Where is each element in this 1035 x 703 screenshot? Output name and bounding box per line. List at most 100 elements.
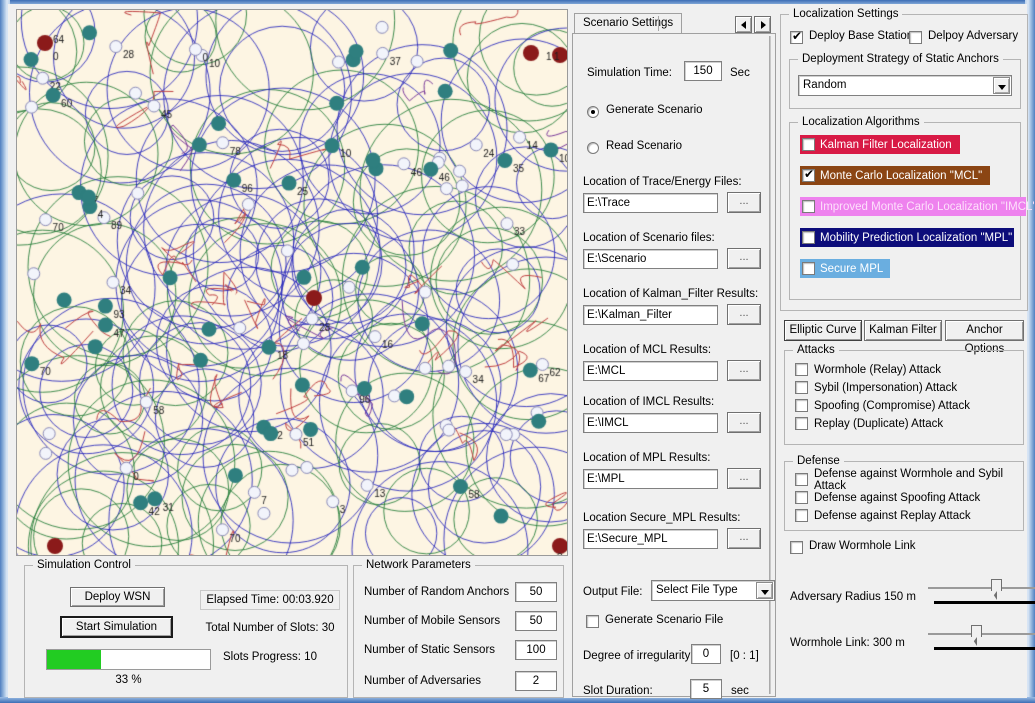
generate-scenario-file-label: Generate Scenario File [605, 614, 724, 626]
attacks-group: Attacks Wormhole (Relay) Attack Sybil (Im… [784, 344, 1024, 445]
browse-button[interactable]: ... [727, 248, 761, 269]
checkbox[interactable] [795, 399, 808, 412]
triangle-left-icon [740, 20, 746, 29]
algorithm-item[interactable]: Mobility Prediction Localization "MPL" [800, 228, 1014, 247]
path-input[interactable]: E:\Secure_MPL [583, 529, 718, 549]
checkbox-row[interactable]: Defense against Spoofing Attack [795, 489, 980, 506]
algorithm-item[interactable]: Improved Monte Carlo Localization "IMCL" [800, 197, 1035, 216]
draw-wormhole-link-checkbox[interactable] [790, 541, 803, 554]
generate-scenario-file-checkbox[interactable] [586, 615, 599, 628]
browse-button[interactable]: ... [727, 360, 761, 381]
path-label: Location of MPL Results: [583, 452, 711, 464]
read-scenario-radio[interactable] [587, 142, 599, 154]
tab-scroll-right-button[interactable] [754, 16, 771, 33]
option-tab-button[interactable]: Anchor Options [945, 320, 1024, 355]
network-canvas[interactable] [17, 10, 567, 555]
adversary-radius-slider[interactable] [928, 579, 1035, 605]
output-file-select[interactable]: Select File Type [651, 580, 775, 601]
network-parameter-input[interactable]: 2 [515, 671, 557, 691]
deploy-wsn-button[interactable]: Deploy WSN [70, 587, 165, 607]
progress-percent-label: 33 % [115, 674, 142, 686]
simulation-time-input[interactable]: 150 [684, 61, 722, 81]
simulation-progress-bar [46, 649, 211, 670]
triangle-right-icon [760, 20, 766, 29]
browse-button[interactable]: ... [727, 528, 761, 549]
elapsed-time-display: Elapsed Time: 00:03.920 [200, 590, 340, 610]
deployment-strategy-select[interactable]: Random [798, 75, 1012, 96]
network-parameter-input[interactable]: 100 [515, 640, 557, 660]
path-input[interactable]: E:\Kalman_Filter [583, 305, 718, 325]
simulation-time-unit: Sec [730, 67, 750, 79]
degree-irregularity-input[interactable]: 0 [691, 644, 721, 664]
checkbox[interactable] [795, 473, 808, 486]
path-input[interactable]: E:\Trace [583, 193, 718, 213]
checkbox-row[interactable]: Defense against Replay Attack [795, 507, 971, 524]
tab-scenario-settings[interactable]: Scenario Settings [574, 13, 683, 34]
network-parameter-input[interactable]: 50 [515, 611, 557, 631]
adversary-radius-label: Adversary Radius 150 m [790, 591, 916, 603]
checkbox[interactable] [795, 491, 808, 504]
checkbox-row[interactable]: Sybil (Impersonation) Attack [795, 379, 957, 396]
network-parameter-row: Number of Static Sensors 100 [364, 640, 557, 664]
algorithm-item[interactable]: Secure MPL [800, 259, 890, 278]
chevron-down-icon[interactable] [993, 77, 1010, 94]
deploy-base-station-label: Deploy Base Station [809, 30, 914, 42]
path-label: Location of Scenario files: [583, 232, 715, 244]
network-parameters-group: Network Parameters Number of Random Anch… [353, 559, 564, 698]
defense-title: Defense [793, 455, 844, 467]
browse-button[interactable]: ... [727, 192, 761, 213]
chevron-down-icon[interactable] [756, 582, 773, 599]
option-tab-button[interactable]: Kalman Filter [864, 320, 942, 341]
slider-thumb[interactable] [971, 625, 983, 646]
path-input[interactable]: E:\MPL [583, 469, 718, 489]
wormhole-link-slider[interactable] [928, 625, 1035, 651]
right-settings-panel: Localization Settings Deploy Base Statio… [780, 8, 1035, 697]
degree-irregularity-range: [0 : 1] [730, 650, 759, 662]
slider-thumb[interactable] [990, 579, 1002, 600]
generate-scenario-radio[interactable] [587, 106, 599, 118]
checkbox-label: Wormhole (Relay) Attack [814, 363, 941, 376]
algorithm-checkbox[interactable] [802, 262, 815, 275]
algorithm-checkbox[interactable] [802, 231, 815, 244]
algorithm-checkbox[interactable] [802, 167, 815, 182]
path-input[interactable]: E:\Scenario [583, 249, 718, 269]
checkbox[interactable] [795, 417, 808, 430]
localization-algorithms-group: Localization Algorithms Kalman Filter Lo… [789, 116, 1035, 300]
network-parameter-row: Number of Random Anchors 50 [364, 582, 557, 606]
algorithm-label: Kalman Filter Localization [820, 138, 952, 151]
checkbox[interactable] [795, 363, 808, 376]
browse-button[interactable]: ... [727, 304, 761, 325]
browse-button[interactable]: ... [727, 412, 761, 433]
localization-algorithms-title: Localization Algorithms [798, 116, 924, 128]
network-parameter-row: Number of Adversaries 2 [364, 671, 557, 695]
checkbox-row[interactable]: Defense against Wormhole and Sybil Attac… [795, 468, 1023, 492]
option-tab-button[interactable]: Elliptic Curve [784, 320, 862, 341]
path-input[interactable]: E:\IMCL [583, 413, 718, 433]
deploy-base-station-checkbox[interactable] [790, 29, 803, 44]
path-label: Location Secure_MPL Results: [583, 512, 741, 524]
checkbox-label: Defense against Replay Attack [814, 509, 971, 522]
path-input[interactable]: E:\MCL [583, 361, 718, 381]
checkbox-row[interactable]: Wormhole (Relay) Attack [795, 361, 941, 378]
algorithm-item[interactable]: Monte Carlo Localization "MCL" [800, 166, 990, 185]
simulation-control-title: Simulation Control [33, 559, 135, 571]
deploy-adversary-checkbox[interactable] [909, 31, 922, 44]
localization-settings-group: Localization Settings Deploy Base Statio… [780, 8, 1035, 311]
checkbox-row[interactable]: Spoofing (Compromise) Attack [795, 397, 970, 414]
checkbox[interactable] [795, 381, 808, 394]
checkbox[interactable] [795, 509, 808, 522]
algorithm-label: Monte Carlo Localization "MCL" [820, 169, 983, 182]
start-simulation-button[interactable]: Start Simulation [60, 616, 173, 638]
localization-settings-title: Localization Settings [789, 8, 903, 20]
wsn-network-visualization[interactable] [16, 9, 568, 556]
checkbox-row[interactable]: Replay (Duplicate) Attack [795, 415, 943, 432]
browse-button[interactable]: ... [727, 468, 761, 489]
algorithm-checkbox[interactable] [802, 200, 815, 213]
algorithm-checkbox[interactable] [802, 138, 815, 151]
slot-duration-label: Slot Duration: [583, 685, 653, 697]
slot-duration-input[interactable]: 5 [690, 679, 722, 699]
network-parameter-input[interactable]: 50 [515, 582, 557, 602]
algorithm-item[interactable]: Kalman Filter Localization [800, 135, 960, 154]
tab-scroll-left-button[interactable] [735, 16, 752, 33]
slot-duration-unit: sec [731, 685, 749, 697]
